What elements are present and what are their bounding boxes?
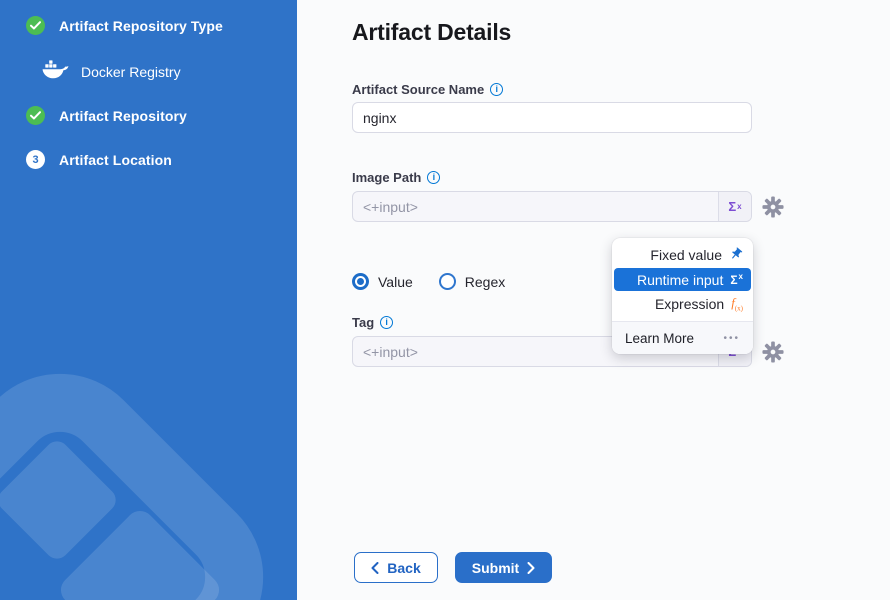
- step-label: Artifact Location: [59, 152, 172, 168]
- wizard-sidebar: Artifact Repository Type Docker Registry…: [0, 0, 297, 600]
- image-path-value: <+input>: [353, 199, 718, 215]
- step-complete-check-icon: [26, 16, 45, 35]
- field-label-text: Tag: [352, 315, 374, 330]
- radio-label: Regex: [465, 274, 505, 290]
- input-type-dropdown-menu: Fixed value Runtime input Σx Expression …: [612, 238, 753, 354]
- learn-more-link[interactable]: Learn More: [625, 331, 694, 346]
- image-path-input[interactable]: <+input> Σx: [352, 191, 752, 222]
- more-options-icon[interactable]: •••: [723, 333, 740, 344]
- field-label-text: Artifact Source Name: [352, 82, 484, 97]
- artifact-source-name-input[interactable]: [352, 102, 752, 133]
- sigma-sup: x: [737, 202, 741, 211]
- sidebar-step-artifact-location[interactable]: 3 Artifact Location: [26, 150, 172, 169]
- submit-button[interactable]: Submit: [455, 552, 552, 583]
- docker-icon: [42, 60, 69, 84]
- sigma-icon: Σ: [728, 199, 736, 214]
- back-button[interactable]: Back: [354, 552, 438, 583]
- sidebar-step-artifact-repository-type[interactable]: Artifact Repository Type: [26, 16, 223, 35]
- gear-icon[interactable]: [762, 196, 784, 218]
- info-icon[interactable]: i: [427, 171, 440, 184]
- tag-mode-radio-group: Value Regex: [352, 273, 505, 290]
- sidebar-step-artifact-repository[interactable]: Artifact Repository: [26, 106, 187, 125]
- radio-option-value[interactable]: Value: [352, 273, 413, 290]
- step-complete-check-icon: [26, 106, 45, 125]
- info-icon[interactable]: i: [380, 316, 393, 329]
- menu-item-label: Runtime input: [637, 272, 723, 288]
- menu-item-runtime-input[interactable]: Runtime input Σx: [614, 268, 751, 291]
- chevron-left-icon: [371, 562, 379, 574]
- fx-icon: f(x): [731, 296, 743, 313]
- image-path-label: Image Path i: [352, 170, 440, 185]
- step-number-badge: 3: [26, 150, 45, 169]
- artifact-wizard-window: Artifact Repository Type Docker Registry…: [0, 0, 890, 600]
- gear-icon[interactable]: [762, 341, 784, 363]
- radio-option-regex[interactable]: Regex: [439, 273, 505, 290]
- step-label: Artifact Repository: [59, 108, 187, 124]
- step-label: Artifact Repository Type: [59, 18, 223, 34]
- runtime-input-type-button[interactable]: Σx: [718, 192, 751, 221]
- submit-button-label: Submit: [472, 560, 519, 576]
- pin-icon: [729, 247, 743, 264]
- sidebar-substep-docker-registry: Docker Registry: [42, 60, 181, 84]
- dropdown-footer: Learn More •••: [612, 321, 753, 354]
- menu-item-label: Expression: [655, 296, 724, 312]
- page-title: Artifact Details: [352, 19, 511, 46]
- chevron-right-icon: [527, 562, 535, 574]
- menu-item-expression[interactable]: Expression f(x): [612, 292, 753, 316]
- back-button-label: Back: [387, 560, 420, 576]
- artifact-source-name-label: Artifact Source Name i: [352, 82, 503, 97]
- tag-label: Tag i: [352, 315, 393, 330]
- radio-label: Value: [378, 274, 413, 290]
- menu-item-fixed-value[interactable]: Fixed value: [612, 243, 753, 267]
- menu-item-label: Fixed value: [650, 247, 722, 263]
- radio-selected-icon[interactable]: [352, 273, 369, 290]
- sigma-icon: Σx: [730, 272, 743, 287]
- info-icon[interactable]: i: [490, 83, 503, 96]
- radio-unselected-icon[interactable]: [439, 273, 456, 290]
- substep-label: Docker Registry: [81, 64, 181, 80]
- field-label-text: Image Path: [352, 170, 421, 185]
